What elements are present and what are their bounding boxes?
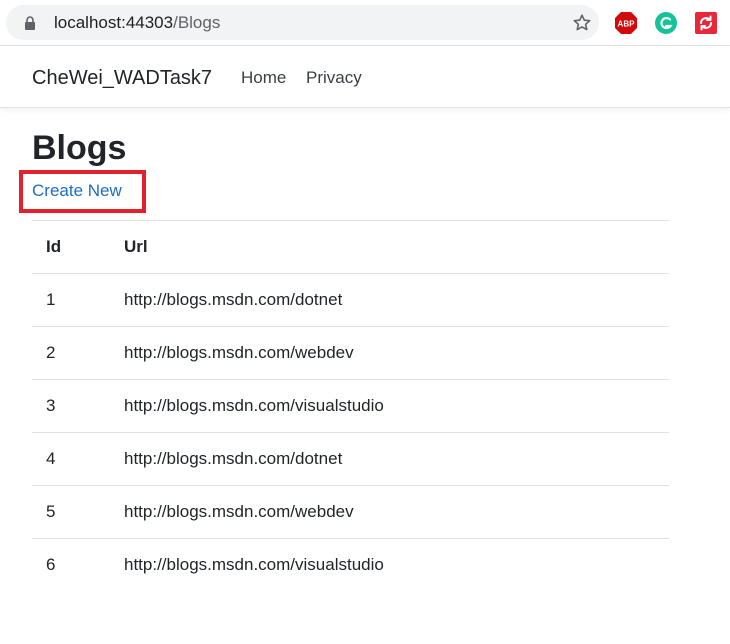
cell-url: http://blogs.msdn.com/webdev [124, 326, 669, 380]
cell-id: 2 [32, 326, 124, 380]
adblock-plus-icon[interactable]: ABP [614, 11, 638, 35]
nav-link-home[interactable]: Home [241, 68, 286, 88]
site-navbar: CheWei_WADTask7 Home Privacy [0, 46, 730, 108]
address-bar[interactable]: localhost:44303/Blogs [6, 5, 599, 40]
url-path: /Blogs [173, 13, 221, 32]
table-header-row: Id Url [32, 220, 669, 274]
cell-url: http://blogs.msdn.com/visualstudio [124, 538, 669, 592]
lock-icon[interactable] [24, 16, 36, 30]
cell-id: 5 [32, 485, 124, 539]
table-row: 5 http://blogs.msdn.com/webdev [32, 485, 669, 539]
cell-url: http://blogs.msdn.com/webdev [124, 485, 669, 539]
nav-link-privacy[interactable]: Privacy [306, 68, 362, 88]
blogs-table: Id Url 1 http://blogs.msdn.com/dotnet 2 … [32, 220, 669, 592]
brand-link[interactable]: CheWei_WADTask7 [32, 66, 212, 90]
highlight-annotation-box [19, 170, 146, 213]
column-header-id: Id [32, 220, 124, 274]
column-header-url: Url [124, 220, 669, 274]
table-row: 6 http://blogs.msdn.com/visualstudio [32, 538, 669, 592]
svg-text:ABP: ABP [618, 20, 636, 29]
grammarly-icon[interactable] [654, 11, 678, 35]
table-row: 4 http://blogs.msdn.com/dotnet [32, 432, 669, 486]
cell-id: 6 [32, 538, 124, 592]
browser-toolbar: localhost:44303/Blogs ABP [0, 0, 730, 46]
table-row: 2 http://blogs.msdn.com/webdev [32, 326, 669, 380]
url-host: localhost:44303 [54, 13, 174, 32]
cell-url: http://blogs.msdn.com/visualstudio [124, 379, 669, 433]
cell-url: http://blogs.msdn.com/dotnet [124, 273, 669, 327]
bookmark-star-icon[interactable] [572, 13, 592, 33]
table-row: 1 http://blogs.msdn.com/dotnet [32, 273, 669, 327]
sync-icon[interactable] [694, 11, 718, 35]
table-row: 3 http://blogs.msdn.com/visualstudio [32, 379, 669, 433]
url-text[interactable]: localhost:44303/Blogs [54, 13, 220, 33]
cell-id: 3 [32, 379, 124, 433]
cell-id: 4 [32, 432, 124, 486]
cell-id: 1 [32, 273, 124, 327]
page-title: Blogs [32, 129, 127, 167]
cell-url: http://blogs.msdn.com/dotnet [124, 432, 669, 486]
